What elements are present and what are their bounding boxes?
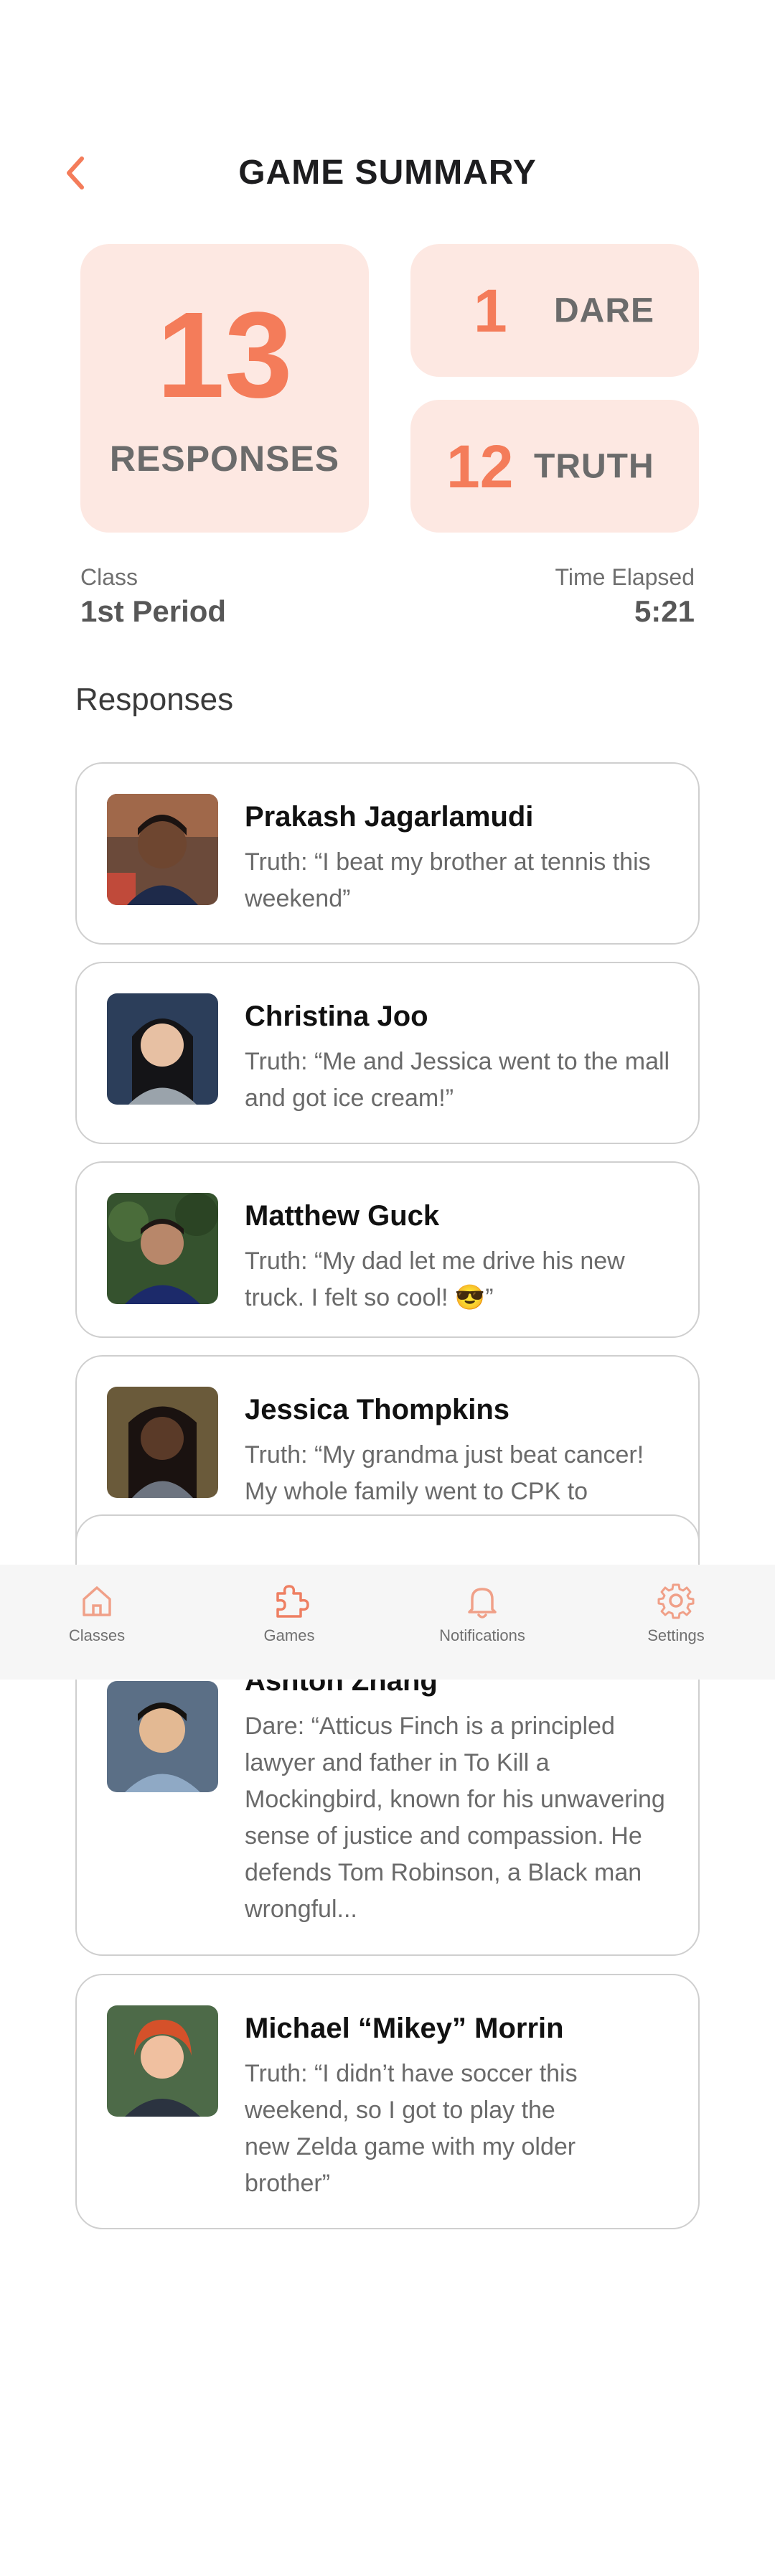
avatar — [107, 794, 218, 905]
response-text: Truth: “Me and Jessica went to the mall … — [245, 1048, 670, 1112]
responses-label: RESPONSES — [109, 439, 340, 479]
dare-count: 1 — [474, 276, 507, 345]
tab-label: Classes — [68, 1626, 126, 1644]
response-card[interactable]: Matthew Guck Truth: “My dad let me drive… — [75, 1161, 700, 1338]
response-card[interactable]: Michael “Mikey” Morrin Truth: “I didn’t … — [75, 1974, 700, 2229]
avatar — [107, 1681, 218, 1792]
response-name: Michael “Mikey” Morrin — [245, 2013, 564, 2044]
class-label: Class — [80, 564, 138, 590]
response-name: Prakash Jagarlamudi — [245, 801, 534, 833]
home-icon — [83, 1586, 111, 1616]
truth-count: 12 — [446, 432, 514, 500]
response-text: Truth: “I beat my brother at tennis this… — [245, 848, 651, 912]
tab-notifications[interactable]: Notifications — [410, 1580, 554, 1645]
gear-icon — [657, 1583, 695, 1619]
page-title: GAME SUMMARY — [238, 154, 537, 192]
response-card[interactable]: Christina Joo Truth: “Me and Jessica wen… — [75, 962, 700, 1144]
tab-games[interactable]: Games — [217, 1580, 361, 1645]
responses-count: 13 — [156, 287, 293, 423]
class-value: 1st Period — [80, 594, 227, 628]
time-elapsed-label: Time Elapsed — [555, 564, 695, 590]
response-name: Jessica Thompkins — [245, 1394, 510, 1425]
response-text: Truth: “My dad let me drive his new truc… — [245, 1247, 625, 1311]
tab-settings[interactable]: Settings — [604, 1580, 748, 1645]
header: GAME SUMMARY — [0, 140, 775, 208]
truth-label: TRUTH — [534, 447, 654, 485]
tab-label: Settings — [647, 1626, 705, 1644]
bell-icon — [468, 1588, 497, 1619]
responses-section-title: Responses — [75, 682, 234, 717]
avatar — [107, 1387, 218, 1498]
tab-bar: Classes Games Notifications Settings — [0, 1565, 775, 1680]
time-elapsed-value: 5:21 — [634, 594, 695, 628]
response-text: Dare: “Atticus Finch is a principled law… — [245, 1713, 665, 1923]
tab-label: Games — [263, 1626, 315, 1644]
responses-stat-card: 13 RESPONSES — [80, 244, 369, 533]
avatar — [107, 2005, 218, 2117]
response-name: Christina Joo — [245, 1001, 428, 1032]
response-card[interactable]: Prakash Jagarlamudi Truth: “I beat my br… — [75, 762, 700, 945]
puzzle-icon — [276, 1585, 309, 1618]
dare-label: DARE — [554, 291, 655, 329]
tab-label: Notifications — [439, 1626, 525, 1644]
dare-stat-card: 1 DARE — [410, 244, 699, 377]
avatar — [107, 993, 218, 1105]
response-text: Truth: “I didn’t have soccer this weeken… — [245, 2060, 578, 2197]
avatar — [107, 1193, 218, 1304]
truth-stat-card: 12 TRUTH — [410, 400, 699, 533]
response-name: Matthew Guck — [245, 1200, 440, 1232]
tab-classes[interactable]: Classes — [25, 1580, 169, 1645]
